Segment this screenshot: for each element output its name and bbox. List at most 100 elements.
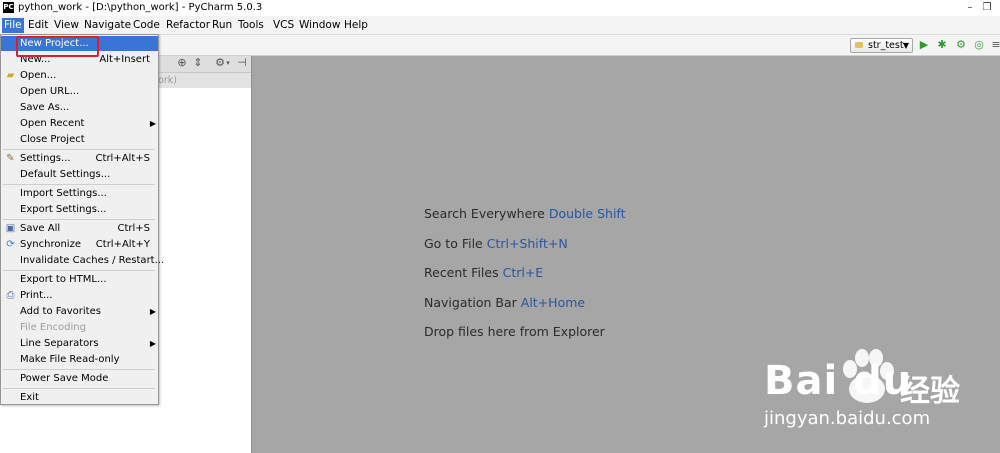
menu-item-import-settings[interactable]: Import Settings...	[1, 186, 158, 201]
menu-item-line-separators[interactable]: Line Separators ▶	[1, 336, 158, 351]
menu-item-label: Synchronize	[20, 239, 81, 250]
hide-panel-icon[interactable]: ⊣	[236, 57, 248, 69]
menu-item-export-html[interactable]: Export to HTML...	[1, 272, 158, 287]
menu-item-label: Export to HTML...	[20, 274, 107, 285]
save-icon: ▣	[5, 223, 16, 234]
submenu-arrow-icon: ▶	[149, 119, 156, 128]
menu-item-close-project[interactable]: Close Project	[1, 132, 158, 147]
menu-item-save-all[interactable]: ▣ Save All Ctrl+S	[1, 221, 158, 236]
menu-item-open[interactable]: ▰ Open...	[1, 68, 158, 83]
project-path-text: ork)	[158, 75, 177, 86]
annotation-highlight-box	[16, 36, 99, 57]
project-path-label: ork)	[158, 73, 251, 88]
chevron-down-icon[interactable]: ▾	[222, 57, 234, 69]
debug-icon[interactable]: ✱	[936, 39, 948, 51]
project-tree[interactable]	[158, 89, 251, 453]
menu-separator	[3, 270, 155, 271]
menu-separator	[3, 219, 155, 220]
run-configuration-label: str_test	[868, 40, 904, 51]
menu-item-label: Power Save Mode	[20, 373, 109, 384]
menu-separator	[3, 369, 155, 370]
menu-item-label: Print...	[20, 290, 53, 301]
menu-item-label: Make File Read-only	[20, 354, 120, 365]
menu-item-open-recent[interactable]: Open Recent ▶	[1, 116, 158, 131]
window-title: python_work - [D:\python_work] - PyCharm…	[18, 2, 263, 13]
menu-item-default-settings[interactable]: Default Settings...	[1, 167, 158, 182]
hint-text: Navigation Bar	[424, 295, 517, 310]
hint-text: Recent Files	[424, 265, 499, 280]
menu-item-label: Save As...	[20, 102, 70, 113]
menu-item-power-save-mode[interactable]: Power Save Mode	[1, 371, 158, 386]
minimize-icon[interactable]: –	[963, 1, 977, 14]
hint-go-to-file: Go to File Ctrl+Shift+N	[424, 236, 568, 251]
menu-item-label: Open Recent	[20, 118, 85, 129]
submenu-arrow-icon: ▶	[149, 339, 156, 348]
menu-item-label: Import Settings...	[20, 188, 107, 199]
sync-icon: ⟳	[6, 239, 15, 250]
menu-separator	[3, 149, 155, 150]
printer-icon: ⎙	[6, 290, 15, 301]
editor-area[interactable]: Search Everywhere Double Shift Go to Fil…	[251, 56, 1000, 453]
menu-item-label: Default Settings...	[20, 169, 111, 180]
menu-item-label: Line Separators	[20, 338, 99, 349]
hint-text: Go to File	[424, 236, 483, 251]
menu-item-shortcut: Alt+Insert	[99, 54, 150, 65]
menu-refactor[interactable]: Refactor	[164, 18, 212, 33]
menu-help[interactable]: Help	[342, 18, 370, 33]
menu-code[interactable]: Code	[131, 18, 162, 33]
run-icon[interactable]: ▶	[918, 39, 930, 51]
menu-item-save-as[interactable]: Save As...	[1, 100, 158, 115]
menu-window[interactable]: Window	[297, 18, 342, 33]
menu-item-shortcut: Ctrl+S	[117, 223, 150, 234]
menu-item-settings[interactable]: ✎ Settings... Ctrl+Alt+S	[1, 151, 158, 166]
watermark-brand: Bai du	[764, 358, 913, 404]
folder-icon: ▰	[6, 70, 15, 81]
menu-item-label: Open...	[20, 70, 57, 81]
menu-separator	[3, 388, 155, 389]
hint-text: Drop files here from Explorer	[424, 324, 605, 339]
menu-item-shortcut: Ctrl+Alt+S	[95, 153, 150, 164]
run-configuration-select[interactable]: str_test ▼	[850, 38, 913, 53]
hint-search-everywhere: Search Everywhere Double Shift	[424, 206, 626, 221]
menu-file[interactable]: File	[2, 18, 24, 33]
menu-separator	[3, 184, 155, 185]
hint-shortcut: Ctrl+E	[502, 265, 544, 280]
menu-view[interactable]: View	[52, 18, 81, 33]
menu-item-synchronize[interactable]: ⟳ Synchronize Ctrl+Alt+Y	[1, 237, 158, 252]
hint-shortcut: Ctrl+Shift+N	[486, 236, 568, 251]
hint-shortcut: Alt+Home	[520, 295, 586, 310]
menu-item-open-url[interactable]: Open URL...	[1, 84, 158, 99]
hint-drop-files: Drop files here from Explorer	[424, 324, 605, 339]
menu-item-label: Invalidate Caches / Restart...	[20, 255, 165, 266]
menu-tools[interactable]: Tools	[236, 18, 266, 33]
title-bar: PC python_work - [D:\python_work] - PyCh…	[0, 0, 1000, 16]
menu-item-print[interactable]: ⎙ Print...	[1, 288, 158, 303]
collapse-all-icon[interactable]: ⇕	[192, 57, 204, 69]
menu-item-label: Add to Favorites	[20, 306, 101, 317]
project-panel-header: ⊕ ⇕ ⚙ ▾ ⊣	[158, 56, 251, 73]
submenu-arrow-icon: ▶	[149, 307, 156, 316]
menu-navigate[interactable]: Navigate	[82, 18, 133, 33]
restore-icon[interactable]: ❐	[980, 1, 994, 14]
menu-run[interactable]: Run	[210, 18, 234, 33]
menu-item-export-settings[interactable]: Export Settings...	[1, 202, 158, 217]
menu-item-label: Exit	[20, 392, 39, 403]
menu-item-add-to-favorites[interactable]: Add to Favorites ▶	[1, 304, 158, 319]
file-menu-dropdown: New Project... New... Alt+Insert ▰ Open...…	[0, 34, 164, 405]
menu-item-label: Export Settings...	[20, 204, 107, 215]
hint-text: Search Everywhere	[424, 206, 545, 221]
menu-item-exit[interactable]: Exit	[1, 390, 158, 405]
menu-item-make-read-only[interactable]: Make File Read-only	[1, 352, 158, 367]
menu-item-shortcut: Ctrl+Alt+Y	[95, 239, 150, 250]
menu-vcs[interactable]: VCS	[271, 18, 296, 33]
chevron-down-icon: ▼	[902, 41, 909, 50]
profile-icon[interactable]: ◎	[973, 39, 985, 51]
watermark-cn: 经验	[900, 374, 960, 409]
stop-menu-icon[interactable]: ≡	[990, 39, 1000, 51]
menu-edit[interactable]: Edit	[26, 18, 50, 33]
menu-bar: File Edit View Navigate Code Refactor Ru…	[0, 16, 1000, 35]
menu-item-invalidate-caches[interactable]: Invalidate Caches / Restart...	[1, 253, 164, 268]
scroll-from-source-icon[interactable]: ⊕	[176, 57, 188, 69]
menu-item-label: File Encoding	[20, 322, 86, 333]
coverage-icon[interactable]: ⚙	[955, 39, 967, 51]
